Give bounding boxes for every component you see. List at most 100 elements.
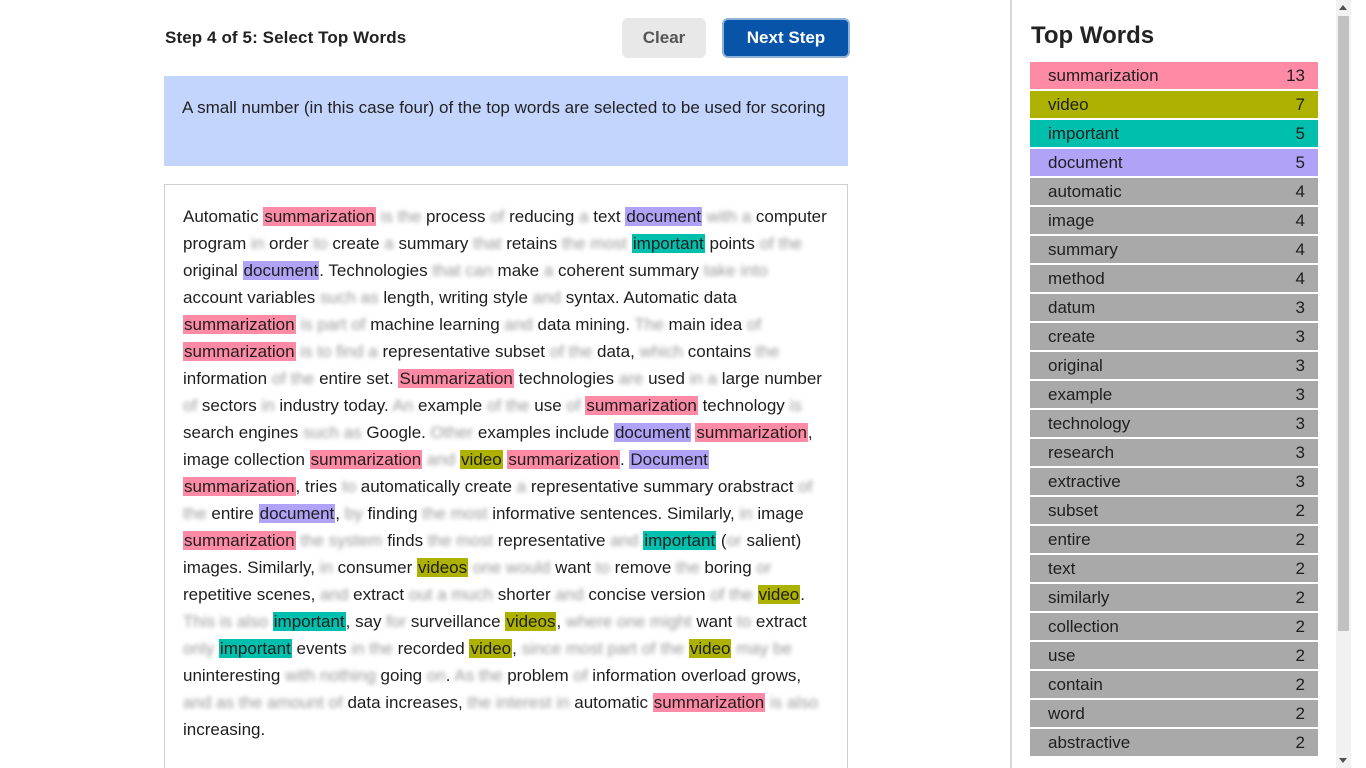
top-word-row[interactable]: video 7 [1030, 91, 1318, 118]
text-fragment: . [800, 585, 805, 604]
highlighted-word[interactable]: document [242, 261, 320, 280]
highlighted-word[interactable]: document [625, 207, 703, 226]
highlighted-word[interactable]: document [258, 504, 336, 523]
app-root: Step 4 of 5: Select Top Words Clear Next… [0, 0, 1366, 768]
top-word-row[interactable]: subset 2 [1030, 497, 1318, 524]
top-word-row[interactable]: automatic 4 [1030, 178, 1318, 205]
highlighted-word[interactable]: document [613, 423, 691, 442]
faded-stopword: in [261, 396, 275, 415]
highlighted-word[interactable]: video [469, 639, 513, 658]
text-fragment: text [588, 207, 626, 226]
faded-stopword: by [344, 504, 363, 523]
faded-stopword: which [639, 342, 684, 361]
text-fragment: retains [501, 234, 562, 253]
top-word-row[interactable]: original 3 [1030, 352, 1318, 379]
highlighted-word[interactable]: summarization [263, 207, 376, 226]
top-word-row[interactable]: entire 2 [1030, 526, 1318, 553]
text-fragment: sectors [197, 396, 262, 415]
top-word-count: 2 [1295, 645, 1305, 665]
document-text-panel[interactable]: Automatic summarization is the process o… [164, 184, 848, 768]
faded-stopword: of [566, 396, 581, 415]
text-fragment: , say [345, 612, 387, 631]
top-word-label: video [1048, 94, 1089, 114]
faded-stopword: An [392, 396, 414, 415]
top-word-row[interactable]: datum 3 [1030, 294, 1318, 321]
top-word-count: 4 [1295, 181, 1305, 201]
highlighted-word[interactable]: videos [505, 612, 557, 631]
faded-stopword: a [543, 261, 554, 280]
text-fragment: surveillance [406, 612, 506, 631]
highlighted-word[interactable]: summarization [183, 315, 296, 334]
highlighted-word[interactable]: summarization [183, 342, 296, 361]
top-word-row[interactable]: technology 3 [1030, 410, 1318, 437]
text-fragment: large number [717, 369, 822, 388]
top-word-row[interactable]: image 4 [1030, 207, 1318, 234]
faded-stopword: in [319, 558, 333, 577]
faded-stopword: where one might [565, 612, 692, 631]
highlighted-word[interactable]: important [643, 531, 717, 550]
top-word-count: 3 [1295, 355, 1305, 375]
highlighted-word[interactable]: summarization [309, 450, 423, 469]
top-word-row[interactable]: contain 2 [1030, 671, 1318, 698]
text-fragment: want [550, 558, 596, 577]
text-fragment: information [183, 369, 272, 388]
top-word-row[interactable]: collection 2 [1030, 613, 1318, 640]
top-word-row[interactable]: summarization 13 [1030, 62, 1318, 89]
text-fragment: extract [348, 585, 409, 604]
top-word-row[interactable]: document 5 [1030, 149, 1318, 176]
faded-stopword: since most part of the [521, 639, 685, 658]
text-fragment: want [691, 612, 737, 631]
faded-stopword: the system [295, 531, 383, 550]
highlighted-word[interactable]: Summarization [398, 369, 514, 388]
highlighted-word[interactable]: summarization [507, 450, 620, 469]
faded-stopword: of [573, 666, 588, 685]
text-fragment: increasing. [183, 720, 266, 739]
text-fragment: process [421, 207, 491, 226]
highlighted-word[interactable]: summarization [585, 396, 698, 415]
text-fragment: representative summary orabstract [526, 477, 799, 496]
text-fragment: Google. [361, 423, 431, 442]
top-word-row[interactable]: research 3 [1030, 439, 1318, 466]
highlighted-word[interactable]: summarization [652, 693, 766, 712]
top-word-row[interactable]: example 3 [1030, 381, 1318, 408]
highlighted-word[interactable]: summarization [183, 531, 296, 550]
text-fragment: length, writing style [378, 288, 533, 307]
faded-stopword: such as [303, 423, 362, 442]
top-word-count: 3 [1295, 471, 1305, 491]
scroll-up-arrow-icon[interactable] [1339, 5, 1347, 10]
top-word-label: text [1048, 558, 1076, 578]
highlighted-word[interactable]: videos [416, 558, 469, 577]
text-fragment: order [264, 234, 314, 253]
scroll-down-arrow-icon[interactable] [1339, 758, 1347, 763]
faded-stopword: to [736, 612, 752, 631]
faded-stopword: is also [765, 693, 819, 712]
top-word-row[interactable]: abstractive 2 [1030, 729, 1318, 756]
scrollbar-thumb[interactable] [1338, 16, 1349, 631]
highlighted-word[interactable]: video [757, 585, 801, 604]
scrollbar[interactable] [1336, 0, 1351, 768]
faded-stopword: the interest in [467, 693, 570, 712]
top-word-count: 2 [1295, 616, 1305, 636]
top-word-row[interactable]: method 4 [1030, 265, 1318, 292]
highlighted-word[interactable]: video [688, 639, 732, 658]
highlighted-word[interactable]: important [272, 612, 346, 631]
top-word-row[interactable]: extractive 3 [1030, 468, 1318, 495]
text-fragment: informative sentences. Similarly, [487, 504, 740, 523]
highlighted-word[interactable]: summarization [183, 477, 296, 496]
top-word-row[interactable]: similarly 2 [1030, 584, 1318, 611]
top-word-row[interactable]: create 3 [1030, 323, 1318, 350]
faded-stopword: is the [375, 207, 422, 226]
highlighted-word[interactable]: important [631, 234, 705, 253]
clear-button[interactable]: Clear [622, 18, 706, 58]
top-word-row[interactable]: use 2 [1030, 642, 1318, 669]
top-word-row[interactable]: word 2 [1030, 700, 1318, 727]
highlighted-word[interactable]: important [218, 639, 292, 658]
highlighted-word[interactable]: summarization [695, 423, 808, 442]
top-word-row[interactable]: text 2 [1030, 555, 1318, 582]
text-fragment: going [375, 666, 427, 685]
next-step-button[interactable]: Next Step [722, 18, 850, 58]
top-word-row[interactable]: summary 4 [1030, 236, 1318, 263]
highlighted-word[interactable]: video [460, 450, 503, 469]
highlighted-word[interactable]: Document [629, 450, 709, 469]
top-word-row[interactable]: important 5 [1030, 120, 1318, 147]
